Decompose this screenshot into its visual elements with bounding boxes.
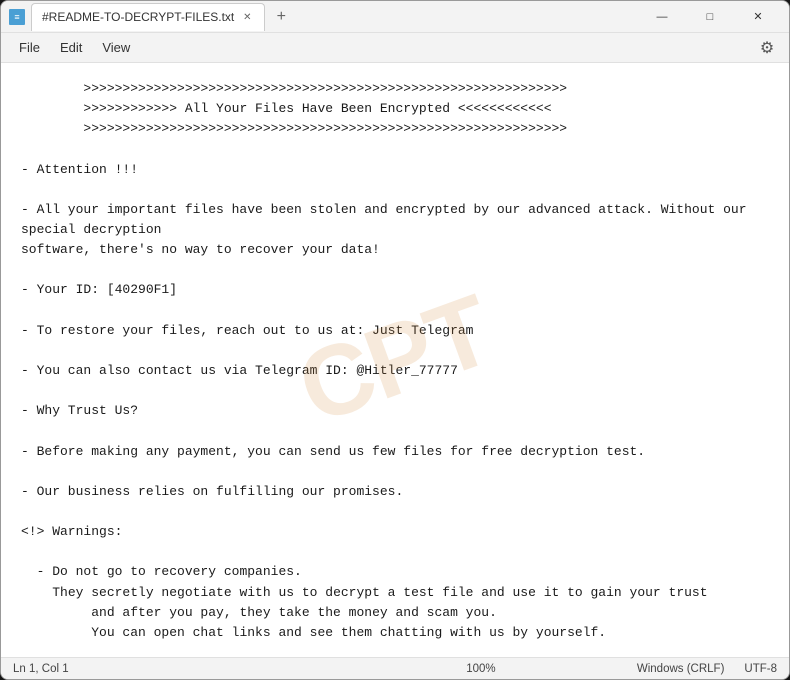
menu-file[interactable]: File bbox=[9, 36, 50, 59]
main-window: ≡ #README-TO-DECRYPT-FILES.txt ✕ + — □ ✕… bbox=[0, 0, 790, 680]
active-tab[interactable]: #README-TO-DECRYPT-FILES.txt ✕ bbox=[31, 3, 265, 31]
tab-label: #README-TO-DECRYPT-FILES.txt bbox=[42, 10, 234, 24]
menu-view[interactable]: View bbox=[92, 36, 140, 59]
tab-close-button[interactable]: ✕ bbox=[240, 10, 254, 24]
menu-bar: File Edit View ⚙ bbox=[1, 33, 789, 63]
app-icon: ≡ bbox=[9, 9, 25, 25]
text-content-area[interactable]: CPT >>>>>>>>>>>>>>>>>>>>>>>>>>>>>>>>>>>>… bbox=[1, 63, 789, 657]
line-ending[interactable]: Windows (CRLF) bbox=[637, 663, 725, 675]
file-text: >>>>>>>>>>>>>>>>>>>>>>>>>>>>>>>>>>>>>>>>… bbox=[21, 79, 769, 657]
status-bar: Ln 1, Col 1 100% Windows (CRLF) UTF-8 bbox=[1, 657, 789, 679]
cursor-position: Ln 1, Col 1 bbox=[13, 663, 325, 675]
tab-area: ≡ #README-TO-DECRYPT-FILES.txt ✕ + bbox=[9, 3, 639, 31]
menu-edit[interactable]: Edit bbox=[50, 36, 92, 59]
new-tab-button[interactable]: + bbox=[269, 5, 293, 29]
status-right-group: Windows (CRLF) UTF-8 bbox=[637, 663, 777, 675]
window-controls: — □ ✕ bbox=[639, 1, 781, 33]
close-button[interactable]: ✕ bbox=[735, 1, 781, 33]
maximize-button[interactable]: □ bbox=[687, 1, 733, 33]
encoding[interactable]: UTF-8 bbox=[744, 663, 777, 675]
settings-icon[interactable]: ⚙ bbox=[753, 34, 781, 62]
title-bar: ≡ #README-TO-DECRYPT-FILES.txt ✕ + — □ ✕ bbox=[1, 1, 789, 33]
minimize-button[interactable]: — bbox=[639, 1, 685, 33]
zoom-level: 100% bbox=[325, 663, 637, 675]
